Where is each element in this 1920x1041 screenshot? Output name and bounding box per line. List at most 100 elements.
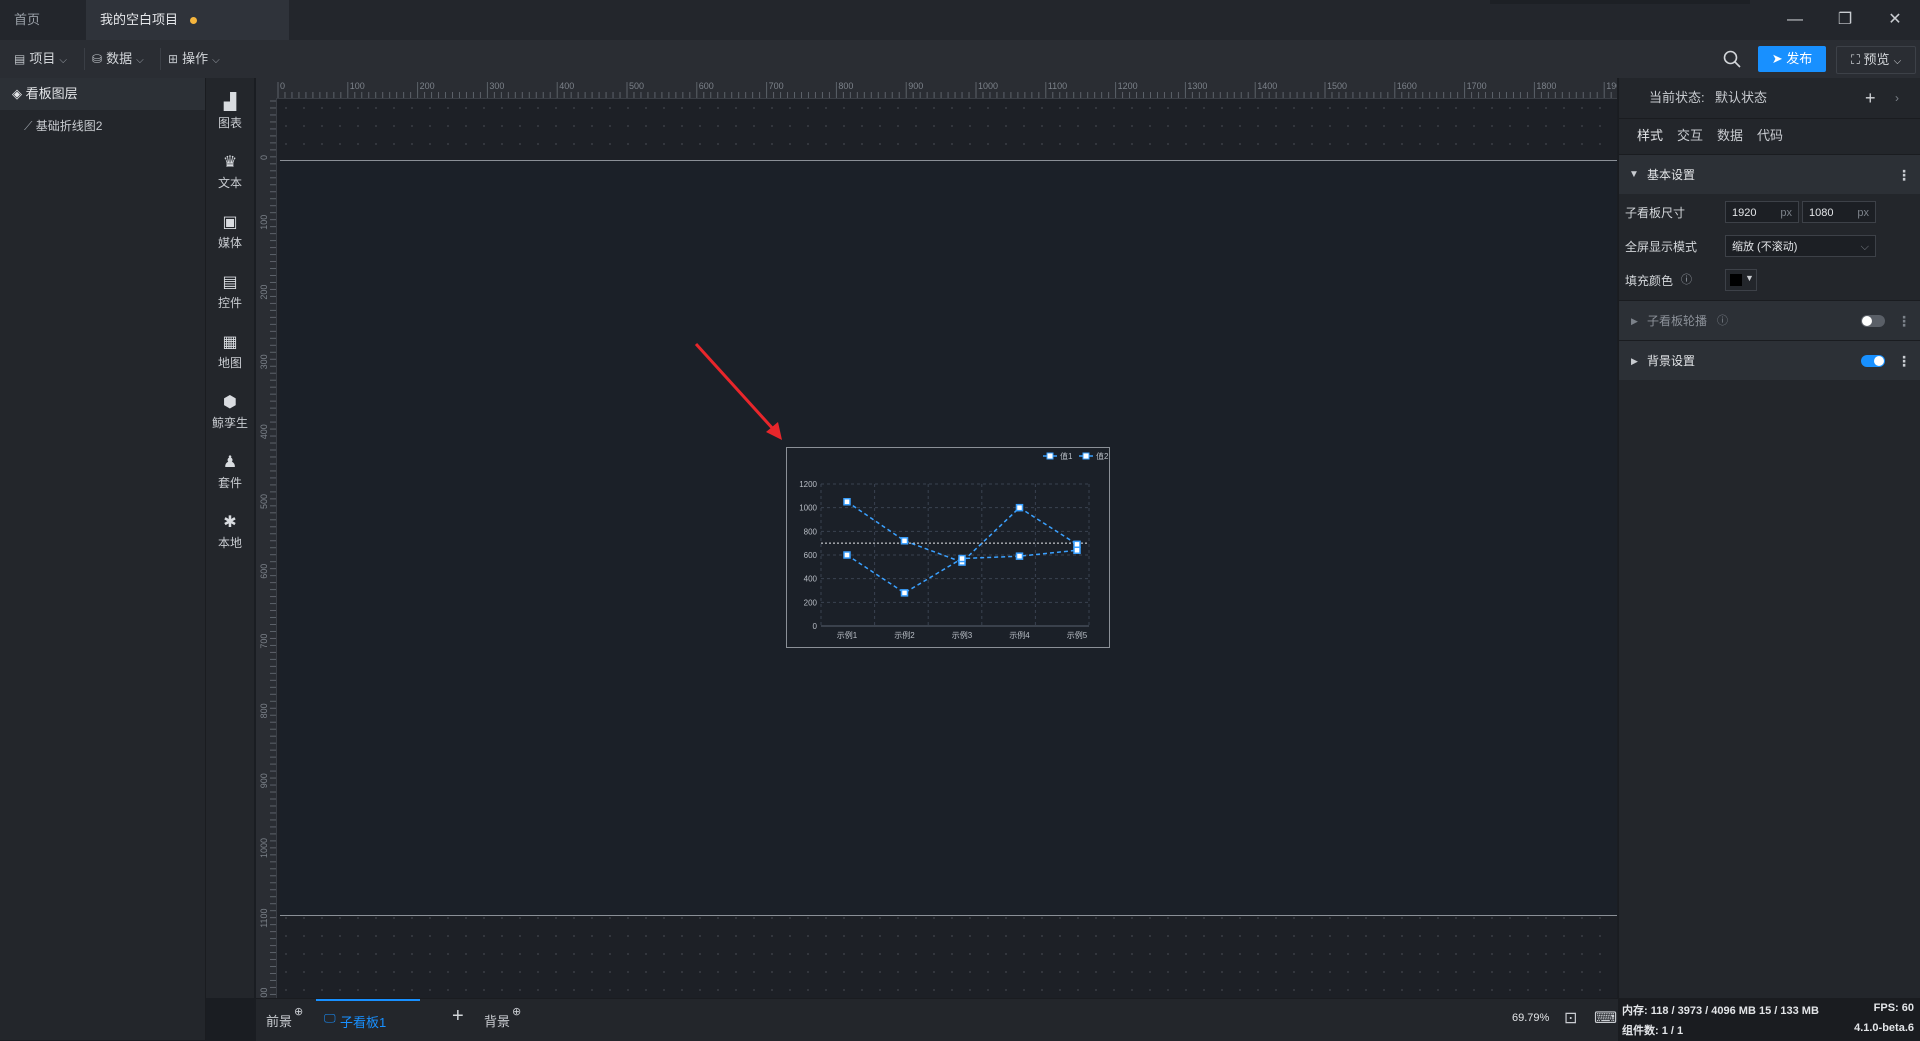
preview-label: 预览 <box>1863 52 1890 67</box>
menu-data[interactable]: ⛁ 数据 ⌵ <box>92 40 144 78</box>
database-icon: ⛁ <box>92 52 103 66</box>
preview-button[interactable]: ⛶ 预览 ⌵ <box>1836 46 1916 74</box>
tab-code[interactable]: 代码 <box>1757 118 1783 154</box>
y-tick-label: 0 <box>813 622 818 631</box>
component-label: 套件 <box>217 476 242 490</box>
help-icon[interactable]: ⓘ <box>1717 301 1728 341</box>
legend-label[interactable]: 值1 <box>1060 451 1073 461</box>
layer-panel-header: ◈ 看板图层 <box>0 78 205 110</box>
more-icon[interactable]: ⋮ <box>1897 301 1911 341</box>
publish-button[interactable]: ➤ 发布 <box>1758 46 1826 72</box>
ruler-label: 400 <box>259 424 269 439</box>
menu-project[interactable]: ▤ 项目 ⌵ <box>14 40 67 78</box>
component-bar-chart[interactable]: ▟ 图表 <box>206 88 254 142</box>
ruler-label: 200 <box>259 285 269 300</box>
data-point[interactable] <box>1015 503 1024 512</box>
more-icon[interactable]: ⋮ <box>1897 155 1911 195</box>
ruler-label: 0 <box>280 81 285 91</box>
ruler-label: 1500 <box>1327 81 1347 91</box>
component-count: 组件数: 1 / 1 <box>1622 1025 1684 1037</box>
y-tick-label: 200 <box>804 598 818 607</box>
menu-operate[interactable]: ⊞ 操作 ⌵ <box>168 40 220 78</box>
tab-background[interactable]: 背景 <box>484 1011 510 1030</box>
component-shirt[interactable]: ♟ 套件 <box>206 448 254 502</box>
add-background-icon[interactable]: ⊕ <box>512 1005 521 1018</box>
component-cube[interactable]: ⬢ 鲸孪生 <box>206 388 254 442</box>
restore-button[interactable]: ❐ <box>1820 0 1870 40</box>
carousel-toggle[interactable] <box>1861 315 1885 327</box>
color-swatch <box>1730 274 1742 286</box>
state-value[interactable]: 默认状态 <box>1715 78 1767 118</box>
line-chart-widget[interactable]: 0 200 400 600 800 1000 1200 示例1 示例2 示例3 示例4 示例5 值1 值2 <box>786 447 1110 648</box>
tab-subboard[interactable]: 🖵 子看板1 <box>316 999 420 1041</box>
close-button[interactable]: ✕ <box>1870 0 1920 40</box>
tab-project[interactable]: 我的空白项目 <box>86 0 289 40</box>
data-point[interactable] <box>958 554 966 563</box>
x-tick-label: 示例4 <box>1009 630 1030 640</box>
component-map[interactable]: ▦ 地图 <box>206 328 254 382</box>
legend-marker <box>1082 452 1090 460</box>
legend-label[interactable]: 值2 <box>1096 451 1109 461</box>
line-chart: 0 200 400 600 800 1000 1200 示例1 示例2 示例3 示例4 示例5 值1 值2 <box>799 451 1109 640</box>
data-point[interactable] <box>1073 546 1081 555</box>
x-tick-label: 示例1 <box>837 630 858 640</box>
add-state-icon[interactable]: + <box>1865 78 1876 118</box>
background-toggle[interactable] <box>1861 355 1885 367</box>
data-point[interactable] <box>1073 540 1081 549</box>
ruler-label: 0 <box>259 155 269 160</box>
data-point[interactable] <box>900 537 909 545</box>
menu-bar: ▤ 项目 ⌵ ⛁ 数据 ⌵ ⊞ 操作 ⌵ <box>0 40 1920 79</box>
monitor-icon: 🖵 <box>324 1011 336 1025</box>
layer-item[interactable]: ⟋ 基础折线图2 <box>0 112 205 140</box>
section-carousel[interactable]: ▶ 子看板轮播 ⓘ ⋮ <box>1619 300 1920 340</box>
section-basic-title: 基本设置 <box>1647 168 1696 182</box>
ruler-label: 700 <box>769 81 784 91</box>
add-foreground-icon[interactable]: ⊕ <box>294 1005 303 1018</box>
tab-interaction[interactable]: 交互 <box>1677 118 1703 154</box>
menu-data-label: 数据 <box>106 51 133 66</box>
ruler-label: 1300 <box>1187 81 1207 91</box>
tab-foreground[interactable]: 前景 <box>266 1011 292 1030</box>
component-media[interactable]: ▣ 媒体 <box>206 208 254 262</box>
ruler-corner <box>256 78 276 98</box>
section-basic[interactable]: ▼ 基本设置 ⋮ <box>1619 154 1920 194</box>
minimize-button[interactable]: — <box>1770 0 1820 40</box>
more-icon[interactable]: ⋮ <box>1897 341 1911 381</box>
layer-item-label: 基础折线图2 <box>35 119 103 133</box>
width-input[interactable]: 1920 px <box>1725 201 1799 223</box>
fill-color-picker[interactable]: ▼ <box>1725 269 1757 291</box>
zoom-level[interactable]: 69.79% <box>1512 1012 1549 1024</box>
toggle-knob <box>1862 316 1872 326</box>
layer-panel: ◈ 看板图层 ⟋ 基础折线图2 <box>0 78 206 1040</box>
tab-style[interactable]: 样式 <box>1629 118 1672 156</box>
size-row: 子看板尺寸 1920 px 1080 px <box>1619 198 1920 228</box>
help-icon[interactable]: ⓘ <box>1681 271 1692 287</box>
component-control[interactable]: ▤ 控件 <box>206 268 254 322</box>
keyboard-icon[interactable]: ⌨ <box>1594 1008 1617 1028</box>
menu-divider <box>84 48 85 70</box>
section-carousel-title: 子看板轮播 <box>1647 314 1708 328</box>
search-icon[interactable] <box>1722 49 1742 69</box>
fill-label: 填充颜色 <box>1625 274 1674 288</box>
data-point[interactable] <box>843 551 851 559</box>
chevron-right-icon[interactable]: › <box>1895 78 1899 118</box>
state-row: 当前状态: 默认状态 + › <box>1619 78 1920 119</box>
component-label: 图表 <box>217 116 242 130</box>
component-puzzle[interactable]: ✱ 本地 <box>206 508 254 562</box>
tab-data[interactable]: 数据 <box>1717 118 1743 154</box>
menu-divider <box>160 48 161 70</box>
fullscreen-select[interactable]: 缩放 (不滚动) ⌵ <box>1725 235 1876 257</box>
data-point[interactable] <box>843 498 851 506</box>
data-point[interactable] <box>1015 552 1024 560</box>
bar-chart-icon: ▟ <box>223 94 237 111</box>
size-label: 子看板尺寸 <box>1625 206 1686 220</box>
section-background[interactable]: ▶ 背景设置 ⋮ <box>1619 340 1920 380</box>
ruler-label: 500 <box>629 81 644 91</box>
add-subboard-icon[interactable]: + <box>452 1005 464 1028</box>
fit-screen-icon[interactable]: ⊡ <box>1564 1008 1577 1028</box>
component-text-crown[interactable]: ♛ 文本 <box>206 148 254 202</box>
data-point[interactable] <box>900 589 909 597</box>
puzzle-icon: ✱ <box>223 514 237 531</box>
height-input[interactable]: 1080 px <box>1802 201 1876 223</box>
tab-home[interactable]: 首页 <box>0 0 86 40</box>
